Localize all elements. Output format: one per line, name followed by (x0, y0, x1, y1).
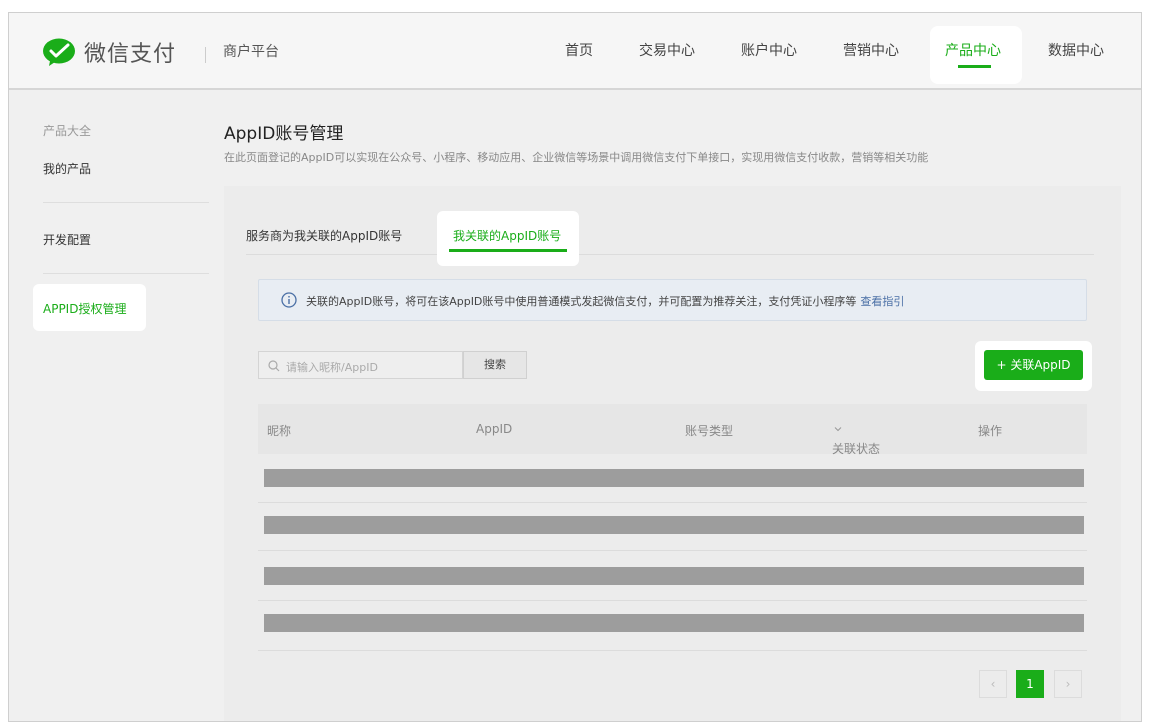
page-description: 在此页面登记的AppID可以实现在公众号、小程序、移动应用、企业微信等场景中调用… (224, 151, 929, 164)
tab-my-appid[interactable]: 我关联的AppID账号 (437, 211, 579, 266)
add-appid-button[interactable]: + 关联AppID (984, 350, 1083, 380)
nav-data-center[interactable]: 数据中心 (1048, 40, 1104, 60)
column-header-status[interactable]: 关联状态 (832, 422, 880, 456)
pagination-page-1[interactable]: 1 (1016, 670, 1044, 698)
brand-name: 微信支付 (84, 42, 177, 67)
row-divider (258, 600, 1087, 601)
info-icon (281, 292, 297, 308)
table-header: 昵称 AppID 账号类型 关联状态 操作 (258, 404, 1087, 456)
nav-product-center-label: 产品中心 (945, 43, 1001, 59)
sidebar-item-dev-config[interactable]: 开发配置 (43, 231, 91, 248)
column-header-nickname: 昵称 (267, 424, 292, 438)
column-header-actions: 操作 (978, 424, 1003, 438)
row-divider (258, 502, 1087, 503)
table-row-placeholder (264, 567, 1084, 585)
notice-guide-link[interactable]: 查看指引 (860, 295, 904, 308)
search-button[interactable]: 搜索 (463, 351, 527, 379)
chevron-down-icon (834, 427, 842, 432)
sidebar-item-appid-auth[interactable]: APPID授权管理 (33, 284, 146, 331)
top-header: 微信支付 商户平台 首页 交易中心 账户中心 营销中心 产品中心 数据中心 (9, 13, 1141, 90)
page-title: AppID账号管理 (224, 124, 344, 144)
nav-marketing-center[interactable]: 营销中心 (843, 40, 899, 60)
search-input[interactable]: 请输入昵称/AppID (258, 351, 463, 379)
column-header-status-label: 关联状态 (832, 442, 881, 456)
platform-name: 商户平台 (223, 44, 279, 60)
row-divider (258, 650, 1087, 651)
header-divider (205, 47, 206, 63)
add-appid-highlight: + 关联AppID (975, 341, 1092, 391)
nav-product-center[interactable]: 产品中心 (930, 26, 1022, 84)
tab-my-appid-label: 我关联的AppID账号 (453, 229, 562, 243)
notice-text-wrap: 关联的AppID账号，将可在该AppID账号中使用普通模式发起微信支付，并可配置… (306, 293, 904, 309)
notice-text: 关联的AppID账号，将可在该AppID账号中使用普通模式发起微信支付，并可配置… (306, 295, 857, 308)
info-notice: 关联的AppID账号，将可在该AppID账号中使用普通模式发起微信支付，并可配置… (258, 279, 1087, 321)
wechat-pay-logo[interactable]: 微信支付 (42, 35, 176, 69)
pagination-prev-button[interactable]: ‹ (979, 670, 1007, 698)
wechat-pay-logo-icon (43, 38, 75, 66)
row-divider (258, 550, 1087, 551)
tab-baseline (246, 254, 1094, 255)
table-row-placeholder (264, 469, 1084, 487)
search-icon (268, 360, 280, 372)
content-panel (224, 186, 1121, 721)
browser-frame: 微信支付 商户平台 首页 交易中心 账户中心 营销中心 产品中心 数据中心 产品… (8, 12, 1142, 722)
column-header-account-type: 账号类型 (685, 424, 734, 438)
table-row-placeholder (264, 614, 1084, 632)
column-header-appid: AppID (476, 422, 513, 436)
pagination-next-button[interactable]: › (1054, 670, 1082, 698)
sidebar-divider (43, 273, 209, 274)
table-row-placeholder (264, 516, 1084, 534)
sidebar-divider (43, 202, 209, 203)
nav-home[interactable]: 首页 (565, 40, 593, 60)
search-placeholder: 请输入昵称/AppID (286, 361, 378, 374)
nav-trade-center[interactable]: 交易中心 (639, 40, 695, 60)
sidebar-category: 产品大全 (43, 124, 92, 138)
sidebar-item-my-products[interactable]: 我的产品 (43, 160, 91, 177)
nav-account-center[interactable]: 账户中心 (741, 40, 797, 60)
tab-active-underline (449, 249, 567, 252)
nav-active-underline (958, 65, 991, 68)
sidebar-item-appid-auth-label: APPID授权管理 (43, 302, 127, 316)
tab-service-provider-appid[interactable]: 服务商为我关联的AppID账号 (246, 227, 402, 244)
